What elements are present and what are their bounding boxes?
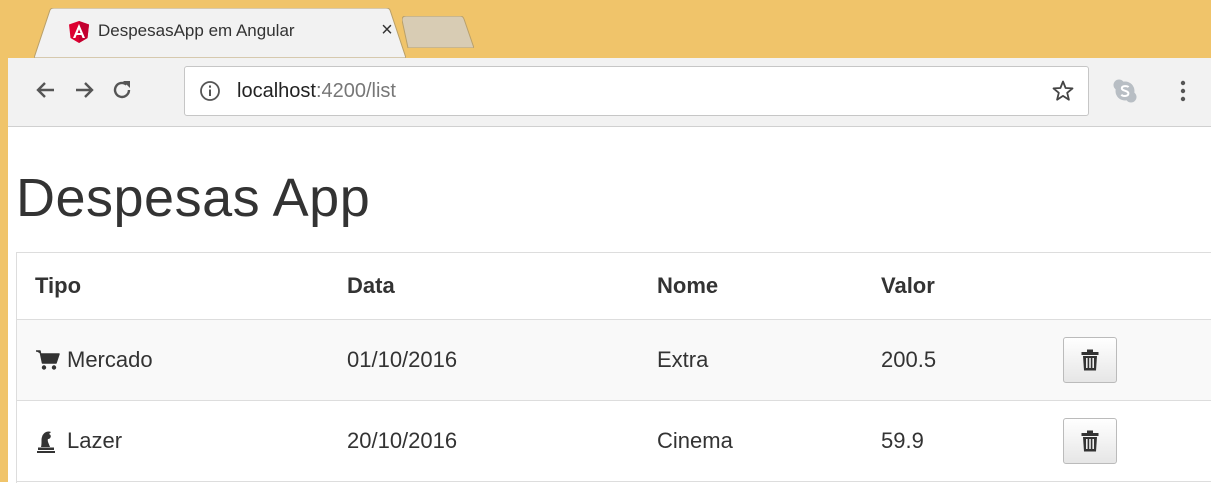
cell-tipo: Mercado xyxy=(35,320,153,400)
forward-button[interactable] xyxy=(68,74,100,106)
tab-strip: DespesasApp em Angular × xyxy=(8,0,1211,58)
cell-nome: Extra xyxy=(657,347,709,372)
shopping-cart-icon xyxy=(35,348,61,372)
forward-arrow-icon xyxy=(76,82,94,98)
cell-valor: 59.9 xyxy=(881,428,924,453)
delete-button[interactable] xyxy=(1063,337,1117,383)
tab-title: DespesasApp em Angular xyxy=(98,21,295,40)
trash-icon xyxy=(1081,430,1099,452)
tab-close-icon[interactable]: × xyxy=(377,19,397,41)
page-title: Despesas App xyxy=(16,168,371,228)
cell-tipo: Lazer xyxy=(35,401,122,481)
table-row: Mercado 01/10/2016 Extra 200.5 xyxy=(17,320,1211,401)
reload-icon xyxy=(113,81,131,99)
reload-button[interactable] xyxy=(106,74,138,106)
more-menu-icon[interactable] xyxy=(1178,78,1188,104)
new-tab-button[interactable] xyxy=(402,16,474,48)
url-host: localhost xyxy=(237,80,316,102)
trash-icon xyxy=(1081,349,1099,371)
info-icon[interactable] xyxy=(199,80,221,102)
cell-nome: Cinema xyxy=(657,428,733,453)
header-nome: Nome xyxy=(657,273,719,298)
angular-icon xyxy=(69,21,89,43)
url-path: :4200/list xyxy=(315,80,396,102)
url-text[interactable]: localhost:4200/list xyxy=(237,78,396,104)
tipo-label: Lazer xyxy=(67,428,123,453)
header-valor: Valor xyxy=(881,273,935,298)
delete-button[interactable] xyxy=(1063,418,1117,464)
star-icon[interactable] xyxy=(1051,79,1075,103)
expenses-table: Tipo Data Nome Valor Mercado 01/10/2016 … xyxy=(16,252,1211,483)
header-data: Data xyxy=(347,273,395,298)
cell-data: 20/10/2016 xyxy=(347,428,458,453)
tipo-label: Mercado xyxy=(67,347,153,372)
cell-valor: 200.5 xyxy=(881,347,937,372)
cell-actions xyxy=(1063,401,1117,481)
address-bar[interactable]: localhost:4200/list xyxy=(184,66,1089,116)
cell-data: 01/10/2016 xyxy=(347,347,458,372)
table-header-row: Tipo Data Nome Valor xyxy=(17,253,1211,321)
table-row: Lazer 20/10/2016 Cinema 59.9 xyxy=(17,401,1211,482)
browser-toolbar: localhost:4200/list xyxy=(8,58,1211,127)
browser-tab[interactable]: DespesasApp em Angular × xyxy=(34,8,406,58)
chess-piece-icon xyxy=(35,429,61,453)
header-tipo: Tipo xyxy=(35,273,82,298)
back-arrow-icon xyxy=(36,82,54,98)
skype-icon[interactable] xyxy=(1112,78,1138,104)
back-button[interactable] xyxy=(30,74,62,106)
page-content: Despesas App Tipo Data Nome Valor Mercad… xyxy=(8,127,1211,483)
cell-actions xyxy=(1063,320,1117,400)
